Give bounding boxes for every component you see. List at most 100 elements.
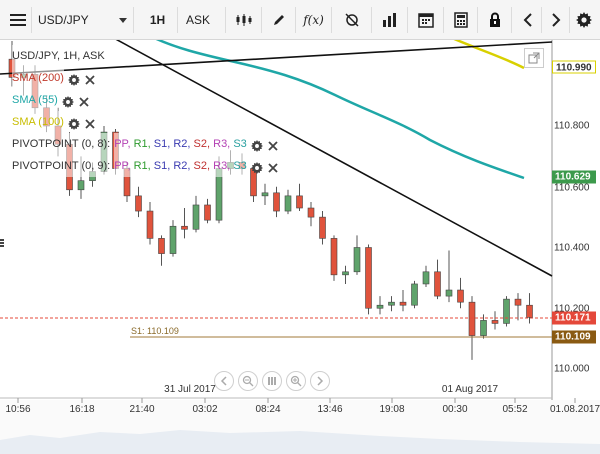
x-tick-label: 01.08.2017	[549, 404, 600, 415]
chart-type-button[interactable]	[226, 7, 262, 33]
expand-button[interactable]	[524, 48, 544, 68]
lock-button[interactable]	[478, 7, 512, 33]
crosshair-toggle[interactable]	[332, 7, 372, 33]
zoom-out-icon	[242, 375, 254, 387]
panel-resize-handle[interactable]	[0, 238, 6, 252]
legend-pivot1[interactable]: PIVOTPOINT (0, 8): PP, R1, S1, R2, S2, R…	[12, 133, 279, 155]
draw-button[interactable]	[262, 7, 296, 33]
pivot-item: S3	[233, 138, 247, 150]
x-tick-label: 00:30	[442, 404, 468, 415]
candle[interactable]	[330, 238, 338, 276]
pivot1-items: PP, R1, S1, R2, S2, R3, S3	[114, 133, 247, 155]
gear-icon[interactable]	[250, 160, 263, 174]
price-side-select[interactable]: ASK	[182, 7, 226, 33]
calculator-icon	[453, 12, 468, 28]
timeframe-button[interactable]: 1H	[138, 7, 178, 33]
symbol-select[interactable]: USD/JPY	[34, 7, 134, 33]
crosshair-off-icon	[344, 13, 359, 27]
bar-volume-icon	[382, 13, 396, 27]
candle[interactable]	[514, 298, 522, 306]
calculator-button[interactable]	[444, 7, 478, 33]
s1-price-tag: 110.109	[552, 330, 596, 344]
chart-area[interactable]: S1: 110.109 USD/JPY, 1H, ASK SMA (200) S…	[0, 40, 600, 454]
candle[interactable]	[457, 289, 464, 303]
candle[interactable]	[411, 283, 418, 306]
candle[interactable]	[261, 192, 269, 197]
scroll-left-button[interactable]	[214, 371, 234, 391]
candle[interactable]	[307, 207, 315, 218]
candle[interactable]	[445, 289, 453, 297]
close-icon[interactable]	[78, 94, 90, 107]
close-icon[interactable]	[84, 72, 96, 85]
timeframe-label: 1H	[149, 13, 166, 27]
prev-button[interactable]	[514, 7, 542, 33]
volume-button[interactable]	[372, 7, 408, 33]
candle[interactable]	[284, 195, 292, 212]
legend-sma100[interactable]: SMA (100)	[12, 111, 64, 133]
candle[interactable]	[399, 301, 407, 306]
candle[interactable]	[388, 301, 395, 306]
next-icon	[551, 13, 560, 27]
candle[interactable]	[342, 271, 349, 276]
settings-button[interactable]	[570, 7, 598, 33]
pivot-item: PP,	[114, 138, 134, 150]
candle[interactable]	[204, 204, 211, 221]
pivot-item: S3	[233, 160, 247, 172]
candle[interactable]	[169, 225, 177, 254]
candlestick-icon	[236, 14, 251, 26]
pause-button[interactable]	[262, 371, 282, 391]
candle[interactable]	[77, 180, 85, 191]
legend-sma200[interactable]: SMA (200)	[12, 67, 64, 89]
pivot-item: S1,	[153, 138, 174, 150]
candle[interactable]	[146, 210, 154, 239]
candle[interactable]	[503, 298, 510, 324]
pivot-item: R3,	[213, 160, 234, 172]
fx-icon: f(x)	[303, 13, 324, 27]
symbol-label: USD/JPY	[38, 13, 89, 27]
chart-legend: USD/JPY, 1H, ASK SMA (200) SMA (55) SMA …	[12, 45, 279, 177]
candle[interactable]	[181, 225, 188, 230]
gear-icon[interactable]	[250, 138, 263, 152]
close-icon[interactable]	[267, 138, 279, 151]
candle[interactable]	[158, 238, 165, 254]
pivot2-items: PP, R1, S1, R2, S2, R3, S3	[114, 155, 247, 177]
candle[interactable]	[422, 271, 430, 285]
chevron-down-icon	[119, 17, 127, 23]
zoom-out-button[interactable]	[238, 371, 258, 391]
gear-icon[interactable]	[67, 116, 80, 130]
candle[interactable]	[480, 320, 487, 336]
x-tick-label: 03:02	[192, 404, 218, 415]
candle[interactable]	[319, 216, 326, 239]
close-icon[interactable]	[84, 116, 96, 129]
legend-sma55[interactable]: SMA (55)	[12, 89, 58, 111]
pencil-icon	[273, 15, 284, 25]
x-tick-label: 05:52	[502, 404, 528, 415]
y-tick-label: 110.400	[554, 242, 590, 254]
candle[interactable]	[296, 195, 303, 209]
expand-icon	[528, 52, 540, 64]
candle[interactable]	[468, 301, 476, 336]
candle[interactable]	[491, 320, 499, 324]
candle[interactable]	[135, 195, 142, 212]
pivot-item: R2,	[173, 160, 194, 172]
indicators-button[interactable]: f(x)	[296, 7, 332, 33]
sma55-price-tag: 110.629	[552, 170, 596, 184]
date-label: 31 Jul 2017	[164, 384, 216, 395]
menu-button[interactable]	[4, 7, 32, 33]
gear-icon[interactable]	[61, 94, 74, 108]
candle[interactable]	[273, 192, 280, 212]
candle[interactable]	[353, 247, 361, 273]
calendar-button[interactable]	[408, 7, 444, 33]
legend-pivot2[interactable]: PIVOTPOINT (0, 9): PP, R1, S1, R2, S2, R…	[12, 155, 279, 177]
scroll-right-button[interactable]	[310, 371, 330, 391]
candle[interactable]	[192, 204, 200, 230]
next-button[interactable]	[542, 7, 570, 33]
candle[interactable]	[365, 247, 372, 309]
gear-icon[interactable]	[67, 72, 80, 86]
zoom-in-button[interactable]	[286, 371, 306, 391]
close-icon[interactable]	[267, 160, 279, 173]
candle[interactable]	[376, 304, 384, 309]
x-tick-label: 10:56	[5, 404, 31, 415]
candle[interactable]	[434, 271, 441, 297]
candle[interactable]	[526, 304, 533, 318]
